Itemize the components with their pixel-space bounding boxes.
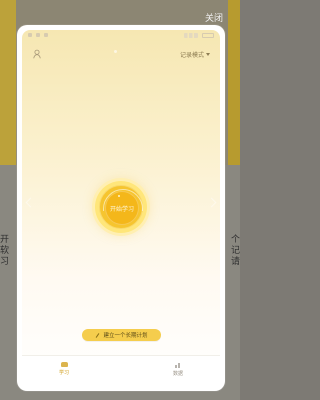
chevron-left-icon[interactable]	[25, 197, 36, 208]
nav-item-label: 学习	[58, 370, 69, 376]
focus-start-label: 开始学习	[109, 205, 134, 213]
preview-modal: 记录模式 开始学习 建立一个长期计划 学习 数据	[17, 25, 225, 391]
pencil-icon	[95, 333, 100, 338]
status-dot-icon	[44, 33, 48, 37]
status-right	[184, 32, 214, 38]
stats-icon	[175, 362, 181, 368]
focus-start-button[interactable]: 开始学习	[95, 181, 147, 233]
mode-select-label: 记录模式	[179, 51, 204, 59]
nav-item-data[interactable]: 数据	[166, 362, 190, 377]
study-icon	[60, 362, 68, 367]
nav-item-label: 数据	[172, 371, 183, 377]
background-right-text: 个 记 请	[230, 235, 240, 267]
focus-core: 开始学习	[105, 191, 139, 225]
chevron-right-icon[interactable]	[206, 197, 217, 208]
create-plan-button[interactable]: 建立一个长期计划	[82, 329, 161, 341]
create-plan-label: 建立一个长期计划	[103, 333, 148, 339]
profile-icon[interactable]	[32, 49, 42, 59]
phone-preview: 记录模式 开始学习 建立一个长期计划 学习 数据	[22, 30, 220, 386]
focus-ring: 开始学习	[99, 185, 143, 229]
signal-icon	[184, 32, 198, 38]
bottom-navigation: 学习 数据	[22, 355, 220, 386]
progress-dot-icon	[118, 195, 120, 197]
status-dot-icon	[36, 33, 40, 37]
battery-icon	[202, 32, 214, 38]
status-left	[28, 33, 48, 37]
mode-select[interactable]: 记录模式	[180, 50, 210, 59]
background-left-text: 开 软 习	[0, 235, 10, 267]
status-dot-icon	[28, 33, 32, 37]
close-button[interactable]: 关闭	[205, 11, 223, 24]
top-row: 记录模式	[32, 48, 210, 60]
status-bar	[22, 30, 220, 40]
chevron-down-icon	[206, 53, 210, 56]
nav-item-study[interactable]: 学习	[52, 362, 76, 376]
